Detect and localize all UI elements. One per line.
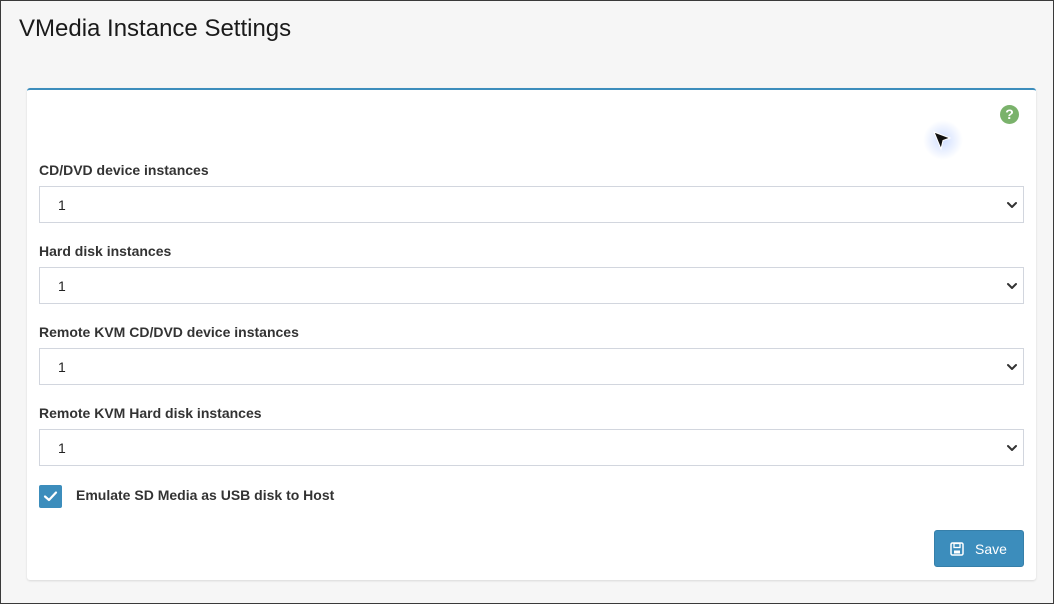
hard-disk-instances-label: Hard disk instances — [39, 243, 172, 259]
question-circle-icon[interactable]: ? — [1000, 105, 1019, 124]
page-title: VMedia Instance Settings — [19, 15, 292, 42]
checkmark-icon — [43, 491, 58, 502]
mouse-pointer-icon — [933, 131, 952, 151]
chevron-down-icon — [1007, 445, 1017, 451]
select-value: 1 — [58, 359, 66, 375]
select-value: 1 — [58, 197, 66, 213]
remote-kvm-cd-dvd-instances-label: Remote KVM CD/DVD device instances — [39, 324, 299, 340]
emulate-sd-usb-checkbox[interactable] — [39, 485, 62, 508]
select-value: 1 — [58, 278, 66, 294]
select-value: 1 — [58, 440, 66, 456]
settings-panel: ? CD/DVD device instances 1 Hard disk in… — [27, 88, 1036, 580]
chevron-down-icon — [1007, 202, 1017, 208]
save-button-label: Save — [975, 541, 1007, 557]
chevron-down-icon — [1007, 283, 1017, 289]
floppy-disk-icon — [950, 542, 964, 556]
emulate-sd-usb-label[interactable]: Emulate SD Media as USB disk to Host — [76, 487, 334, 503]
hard-disk-instances-select[interactable]: 1 — [39, 267, 1024, 304]
cd-dvd-instances-select[interactable]: 1 — [39, 186, 1024, 223]
page-frame: VMedia Instance Settings ? CD/DVD device… — [0, 0, 1054, 604]
save-button[interactable]: Save — [934, 530, 1024, 567]
remote-kvm-hard-disk-instances-label: Remote KVM Hard disk instances — [39, 405, 262, 421]
chevron-down-icon — [1007, 364, 1017, 370]
remote-kvm-hard-disk-instances-select[interactable]: 1 — [39, 429, 1024, 466]
remote-kvm-cd-dvd-instances-select[interactable]: 1 — [39, 348, 1024, 385]
cd-dvd-instances-label: CD/DVD device instances — [39, 162, 209, 178]
